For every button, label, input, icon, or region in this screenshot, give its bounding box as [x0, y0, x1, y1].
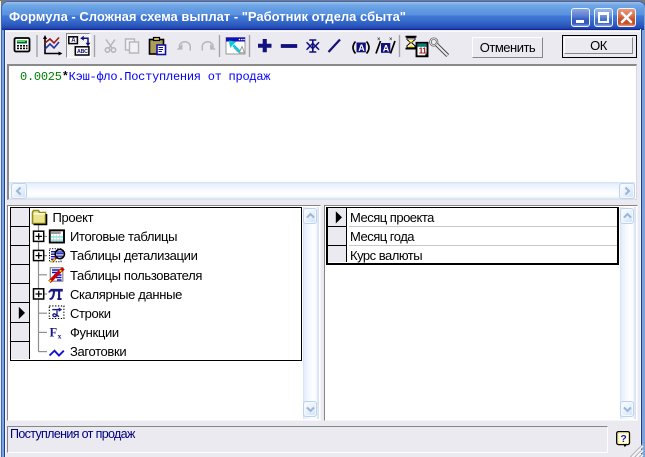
svg-text:?: ?: [620, 433, 626, 445]
svg-text:A: A: [383, 43, 390, 53]
svg-text:A: A: [358, 43, 365, 53]
svg-text:A: A: [71, 38, 76, 44]
svg-text:×: ×: [389, 37, 393, 43]
svg-text:x: x: [58, 332, 62, 341]
svg-text:ABC: ABC: [77, 49, 88, 55]
svg-text:F: F: [50, 325, 58, 339]
